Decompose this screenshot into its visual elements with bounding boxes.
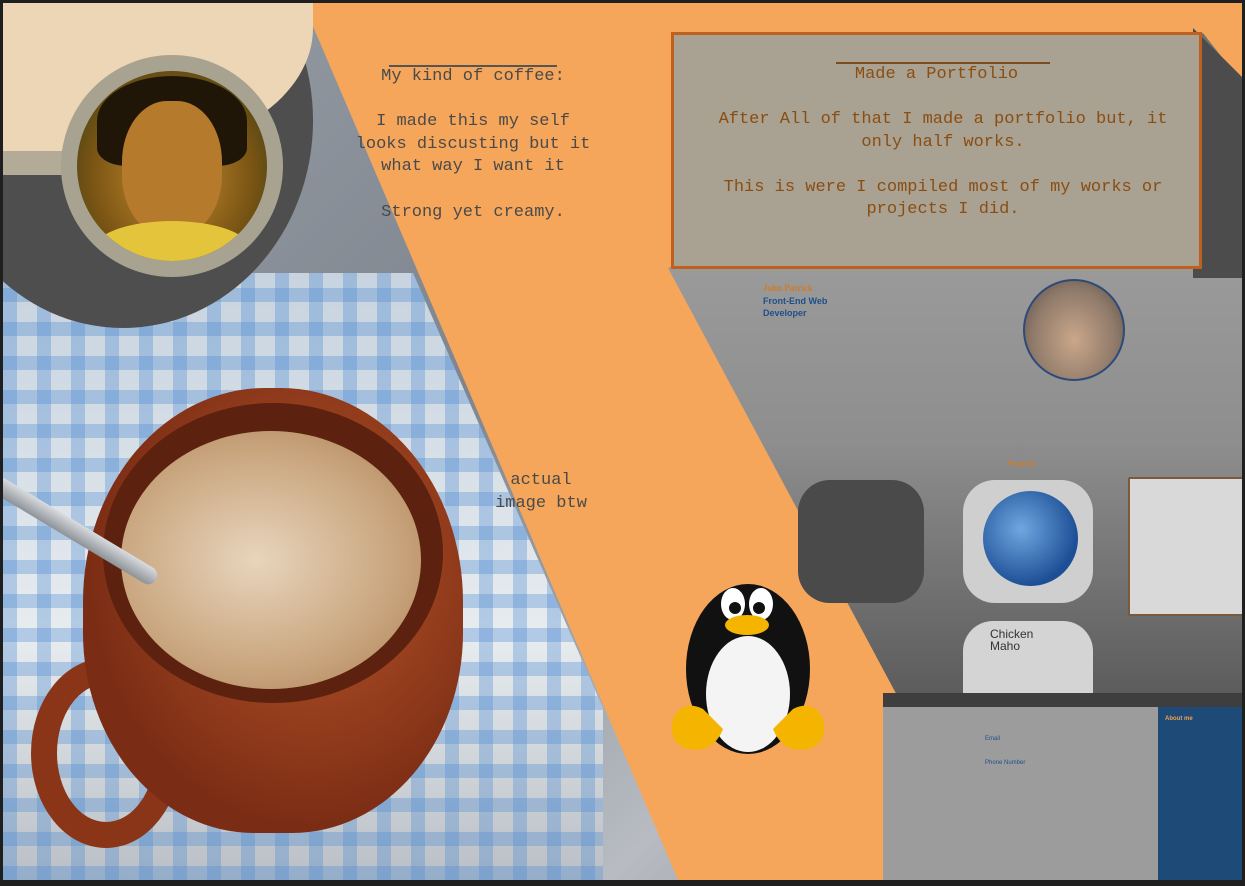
portfolio-role: Front-End Web Developer	[763, 296, 828, 318]
portfolio-body: After All of that I made a portfolio but…	[718, 110, 1168, 220]
portfolio-footer	[883, 707, 1163, 880]
portfolio-email-label: Email	[985, 736, 1001, 742]
collage-canvas: My kind of coffee: I made this my self l…	[3, 3, 1242, 880]
coffee-title: My kind of coffee:	[381, 67, 565, 86]
coffee-text-block: My kind of coffee: I made this my self l…	[333, 66, 613, 224]
portfolio-title: Made a Portfolio	[854, 65, 1019, 84]
portfolio-about-sidebar	[1158, 707, 1242, 880]
globe-icon	[983, 491, 1078, 586]
photo-caption: actual image btw	[495, 471, 587, 513]
portfolio-phone-label: Phone Number	[985, 760, 1026, 766]
portfolio-divider-bar	[883, 693, 1242, 707]
portfolio-name: John Patrick	[763, 283, 813, 293]
avatar-face	[122, 101, 222, 236]
chicken-tile-label: Chicken Maho	[990, 627, 1034, 653]
tux-penguin-icon	[672, 584, 824, 754]
coffee-body: I made this my self looks discusting but…	[355, 112, 591, 222]
avatar-shirt	[92, 221, 252, 261]
portfolio-profile-photo	[1023, 279, 1125, 381]
portfolio-about-heading: About me	[1165, 716, 1193, 722]
avatar	[77, 71, 267, 261]
coffee-surface	[121, 431, 421, 689]
project-tile-anime	[1128, 477, 1242, 616]
portfolio-title-rule	[836, 62, 1050, 64]
portfolio-projects-heading: Projects	[1008, 461, 1036, 468]
